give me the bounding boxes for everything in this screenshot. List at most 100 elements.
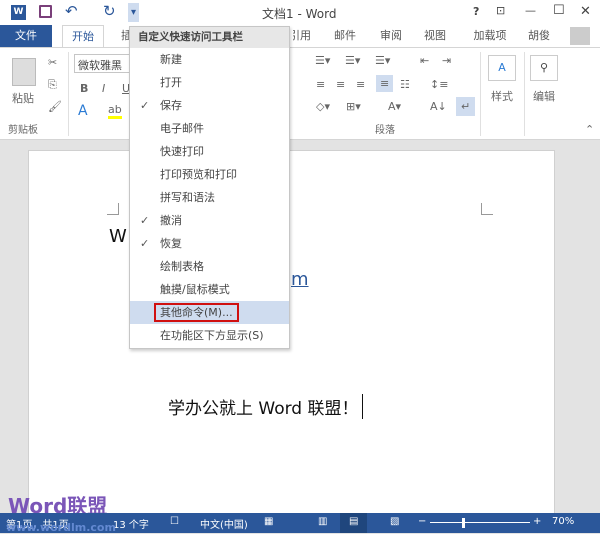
- clipboard-group-label: 剪贴板: [8, 125, 38, 136]
- menu-item-label: 其他命令(M)...: [154, 303, 239, 322]
- menu-item[interactable]: 触摸/鼠标模式: [130, 278, 289, 301]
- window-title: 文档1 - Word: [262, 7, 337, 21]
- status-bar: 第1页，共1页 13 个字 ☐ 中文(中国) ▦ ▥ ▤ ▧ − + 70% w…: [0, 513, 600, 534]
- collapse-ribbon-icon[interactable]: ⌃: [585, 123, 594, 136]
- document-page[interactable]: W m 学办公就上 Word 联盟！: [28, 150, 555, 530]
- text-effects-icon[interactable]: A: [78, 103, 88, 119]
- menu-item[interactable]: 其他命令(M)...: [130, 301, 289, 324]
- paste-icon[interactable]: [12, 58, 36, 86]
- menu-item-label: 撤消: [160, 214, 182, 227]
- tab-addins[interactable]: 加载项: [470, 25, 510, 47]
- menu-item[interactable]: 打印预览和打印: [130, 163, 289, 186]
- menu-item-label: 打印预览和打印: [160, 168, 237, 181]
- tab-view[interactable]: 视图: [420, 25, 450, 47]
- styles-icon[interactable]: A: [488, 55, 516, 81]
- menu-item-label: 保存: [160, 99, 182, 112]
- menu-item[interactable]: 打开: [130, 71, 289, 94]
- menu-item[interactable]: 拼写和语法: [130, 186, 289, 209]
- show-marks-icon[interactable]: ↵: [456, 97, 476, 116]
- multilevel-list-icon[interactable]: ☰▾: [375, 54, 390, 67]
- styles-button[interactable]: 样式: [491, 88, 513, 104]
- customize-qat-menu: 自定义快速访问工具栏 新建 打开 ✓ 保存 电子邮件 快速打印 打印预览和打印 拼写和语法 ✓ 撤…: [129, 26, 290, 349]
- justify-icon[interactable]: ≡: [376, 75, 394, 92]
- zoom-level[interactable]: 70%: [552, 516, 574, 527]
- italic-button[interactable]: I: [102, 82, 105, 95]
- check-icon: ✓: [140, 99, 150, 112]
- doc-line-2: m: [291, 269, 309, 290]
- tab-file[interactable]: 文件: [0, 25, 52, 47]
- font-name-input[interactable]: 微软雅黑: [74, 54, 134, 73]
- ribbon-display-options-button[interactable]: ⊡: [496, 4, 505, 17]
- editing-button[interactable]: 编辑: [533, 88, 555, 104]
- read-mode-icon[interactable]: ▥: [318, 516, 327, 527]
- menu-item-label: 触摸/鼠标模式: [160, 283, 230, 296]
- decrease-indent-icon[interactable]: ⇤: [420, 54, 429, 67]
- watermark-url: www.wordlm.com: [6, 521, 116, 534]
- tab-home[interactable]: 开始: [62, 25, 104, 47]
- zoom-slider[interactable]: [430, 522, 530, 523]
- redo-button[interactable]: ↻: [103, 2, 116, 20]
- menu-item-label: 新建: [160, 53, 182, 66]
- menu-item[interactable]: ✓ 保存: [130, 94, 289, 117]
- zoom-out-button[interactable]: −: [418, 516, 426, 527]
- paste-label[interactable]: 粘贴: [12, 90, 34, 106]
- menu-item[interactable]: 电子邮件: [130, 117, 289, 140]
- menu-item-label: 电子邮件: [160, 122, 204, 135]
- undo-button[interactable]: ↶: [65, 2, 78, 20]
- menu-item-label: 恢复: [160, 237, 182, 250]
- language[interactable]: 中文(中国): [200, 516, 248, 531]
- zoom-slider-thumb[interactable]: [462, 518, 465, 528]
- borders-icon[interactable]: ⊞▾: [346, 100, 361, 113]
- print-layout-icon[interactable]: ▤: [340, 513, 368, 533]
- numbering-icon[interactable]: ☰▾: [345, 54, 360, 67]
- format-painter-icon[interactable]: 🖌: [48, 100, 62, 113]
- ribbon: 粘贴 ✂ ⎘ 🖌 剪贴板 微软雅黑 B I U A ab ☰▾ ☰▾ ☰▾ ⇤ …: [0, 47, 600, 140]
- macro-icon[interactable]: ▦: [264, 516, 273, 527]
- paragraph-group-label: 段落: [375, 125, 395, 136]
- check-icon: ✓: [140, 237, 150, 250]
- word-logo-icon: W: [11, 5, 26, 20]
- help-button[interactable]: ?: [473, 5, 479, 18]
- sort-icon[interactable]: A↓: [430, 100, 447, 113]
- menu-item[interactable]: 绘制表格: [130, 255, 289, 278]
- menu-header: 自定义快速访问工具栏: [130, 27, 289, 48]
- zoom-in-button[interactable]: +: [533, 516, 541, 527]
- close-button[interactable]: ✕: [580, 4, 591, 19]
- menu-item[interactable]: 在功能区下方显示(S): [130, 324, 289, 347]
- menu-item[interactable]: 快速打印: [130, 140, 289, 163]
- title-bar: W ↶ ↻ ▾ 文档1 - Word ? ⊡ — ☐ ✕: [0, 0, 600, 25]
- doc-line-1: W: [109, 226, 127, 247]
- menu-item[interactable]: ✓ 撤消: [130, 209, 289, 232]
- line-spacing-icon[interactable]: ↕≡: [430, 78, 448, 91]
- customize-qat-button[interactable]: ▾: [128, 3, 139, 22]
- proofing-icon[interactable]: ☐: [170, 516, 179, 527]
- align-center-icon[interactable]: ≡: [336, 78, 345, 91]
- ribbon-tabs: 文件 开始 插入 引用 邮件 审阅 视图 加载项 胡俊: [0, 25, 600, 47]
- bold-button[interactable]: B: [80, 82, 88, 95]
- asian-layout-icon[interactable]: A▾: [388, 100, 401, 113]
- menu-item[interactable]: ✓ 恢复: [130, 232, 289, 255]
- highlight-icon[interactable]: ab: [108, 103, 122, 119]
- increase-indent-icon[interactable]: ⇥: [442, 54, 451, 67]
- find-icon[interactable]: ⚲: [530, 55, 558, 81]
- align-right-icon[interactable]: ≡: [356, 78, 365, 91]
- distributed-icon[interactable]: ☷: [400, 78, 410, 91]
- bullets-icon[interactable]: ☰▾: [315, 54, 330, 67]
- shading-icon[interactable]: ◇▾: [316, 100, 330, 113]
- copy-icon[interactable]: ⎘: [48, 78, 57, 92]
- tab-review[interactable]: 审阅: [376, 25, 406, 47]
- align-left-icon[interactable]: ≡: [316, 78, 325, 91]
- maximize-button[interactable]: ☐: [553, 3, 565, 18]
- save-icon[interactable]: [39, 5, 52, 18]
- menu-item-label: 快速打印: [160, 145, 204, 158]
- minimize-button[interactable]: —: [525, 4, 536, 17]
- word-count[interactable]: 13 个字: [113, 516, 149, 531]
- menu-item[interactable]: 新建: [130, 48, 289, 71]
- doc-main-text: 学办公就上 Word 联盟！: [168, 394, 363, 419]
- avatar[interactable]: [570, 27, 590, 45]
- user-name[interactable]: 胡俊: [525, 25, 553, 47]
- web-layout-icon[interactable]: ▧: [390, 516, 399, 527]
- cut-icon[interactable]: ✂: [48, 56, 57, 69]
- menu-item-label: 拼写和语法: [160, 191, 215, 204]
- tab-mailings[interactable]: 邮件: [330, 25, 360, 47]
